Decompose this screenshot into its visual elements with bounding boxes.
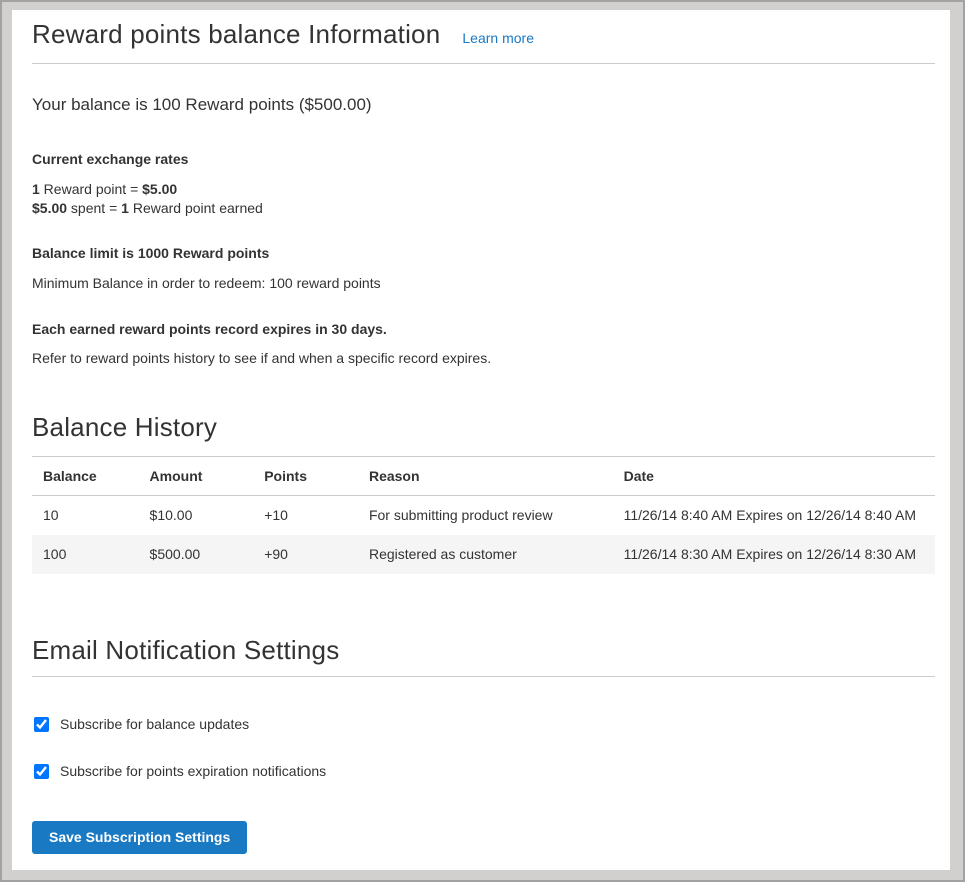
cell-reason: Registered as customer xyxy=(358,535,613,574)
exchange-text: Reward point earned xyxy=(129,200,263,216)
exchange-value: $5.00 xyxy=(142,181,177,197)
table-row: 100 $500.00 +90 Registered as customer 1… xyxy=(32,535,935,574)
learn-more-link[interactable]: Learn more xyxy=(462,30,534,46)
balance-updates-checkbox[interactable] xyxy=(34,717,49,732)
subscribe-expiration-field: Subscribe for points expiration notifica… xyxy=(32,762,935,781)
column-header-reason: Reason xyxy=(358,457,613,496)
expiration-notifications-checkbox[interactable] xyxy=(34,764,49,779)
table-header-row: Balance Amount Points Reason Date xyxy=(32,457,935,496)
column-header-balance: Balance xyxy=(32,457,139,496)
cell-balance: 10 xyxy=(32,496,139,536)
expiration-heading: Each earned reward points record expires… xyxy=(32,320,935,338)
page-title: Reward points balance Information xyxy=(32,18,440,51)
exchange-rates-heading: Current exchange rates xyxy=(32,150,935,168)
balance-updates-label[interactable]: Subscribe for balance updates xyxy=(60,715,249,734)
save-subscription-settings-button[interactable]: Save Subscription Settings xyxy=(32,821,247,854)
exchange-rates-block: 1 Reward point = $5.00 $5.00 spent = 1 R… xyxy=(32,180,935,218)
subscribe-balance-updates-field: Subscribe for balance updates xyxy=(32,715,935,734)
exchange-text: Reward point = xyxy=(40,181,142,197)
exchange-value: 1 xyxy=(32,181,40,197)
cell-points: +10 xyxy=(253,496,358,536)
table-header: Balance Amount Points Reason Date xyxy=(32,457,935,496)
expiration-note: Refer to reward points history to see if… xyxy=(32,349,935,367)
exchange-value: 1 xyxy=(121,200,129,216)
exchange-rate-line-redeem: 1 Reward point = $5.00 xyxy=(32,180,935,199)
balance-limit-text: Balance limit is 1000 Reward points xyxy=(32,244,935,262)
expiration-notifications-label[interactable]: Subscribe for points expiration notifica… xyxy=(60,762,326,781)
table-body: 10 $10.00 +10 For submitting product rev… xyxy=(32,496,935,575)
column-header-date: Date xyxy=(613,457,935,496)
email-settings-header-row: Email Notification Settings xyxy=(32,634,935,677)
email-notification-settings-heading: Email Notification Settings xyxy=(32,634,935,667)
cell-amount: $10.00 xyxy=(139,496,254,536)
exchange-rate-line-earn: $5.00 spent = 1 Reward point earned xyxy=(32,199,935,218)
page-background: { "theme": { "accent_blue": "#1979c3", "… xyxy=(0,0,965,882)
column-header-amount: Amount xyxy=(139,457,254,496)
column-header-points: Points xyxy=(253,457,358,496)
page-title-row: Reward points balance Information Learn … xyxy=(32,18,935,64)
balance-summary: Your balance is 100 Reward points ($500.… xyxy=(32,93,935,117)
exchange-value: $5.00 xyxy=(32,200,67,216)
cell-date: 11/26/14 8:40 AM Expires on 12/26/14 8:4… xyxy=(613,496,935,536)
table-row: 10 $10.00 +10 For submitting product rev… xyxy=(32,496,935,536)
balance-history-table: Balance Amount Points Reason Date 10 $10… xyxy=(32,456,935,574)
balance-history-heading: Balance History xyxy=(32,411,935,444)
cell-amount: $500.00 xyxy=(139,535,254,574)
minimum-balance-text: Minimum Balance in order to redeem: 100 … xyxy=(32,274,935,292)
cell-date: 11/26/14 8:30 AM Expires on 12/26/14 8:3… xyxy=(613,535,935,574)
cell-balance: 100 xyxy=(32,535,139,574)
cell-reason: For submitting product review xyxy=(358,496,613,536)
cell-points: +90 xyxy=(253,535,358,574)
exchange-text: spent = xyxy=(67,200,121,216)
reward-points-panel: Reward points balance Information Learn … xyxy=(12,10,950,870)
